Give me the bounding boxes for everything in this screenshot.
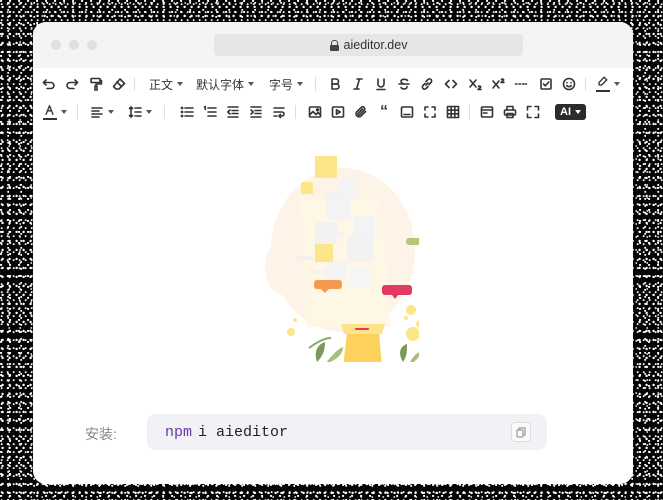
editor-toolbar-row-1: 正文 默认字体 字号 bbox=[33, 72, 633, 96]
format-painter-icon[interactable] bbox=[88, 72, 104, 96]
install-command-rest: i aieditor bbox=[198, 423, 289, 441]
link-icon[interactable] bbox=[419, 72, 435, 96]
toolbar-divider bbox=[164, 105, 165, 119]
empty-box-illustration bbox=[265, 156, 419, 362]
chevron-down-icon bbox=[614, 82, 620, 86]
chevron-down-icon bbox=[177, 82, 183, 86]
install-label: 安装: bbox=[85, 426, 117, 442]
chevron-down-icon bbox=[146, 110, 152, 114]
title-bar: aieditor.dev bbox=[33, 22, 633, 68]
fullscreen-icon[interactable] bbox=[525, 100, 541, 124]
font-family-select[interactable]: 默认字体 bbox=[194, 72, 256, 96]
undo-icon[interactable] bbox=[41, 72, 57, 96]
horizontal-rule-icon[interactable] bbox=[513, 72, 529, 96]
superscript-icon[interactable] bbox=[490, 72, 506, 96]
bold-icon[interactable] bbox=[327, 72, 343, 96]
emoji-icon[interactable] bbox=[561, 72, 577, 96]
paragraph-select[interactable]: 正文 bbox=[145, 72, 187, 96]
strikethrough-icon[interactable] bbox=[396, 72, 412, 96]
install-section: 安装: npm i aieditor bbox=[33, 414, 633, 450]
font-color-button[interactable] bbox=[41, 100, 69, 124]
font-size-select-label: 字号 bbox=[268, 77, 293, 92]
bullet-list-icon[interactable] bbox=[179, 100, 195, 124]
chevron-down-icon bbox=[575, 110, 581, 114]
toolbar-divider bbox=[295, 105, 296, 119]
paragraph-select-label: 正文 bbox=[148, 77, 173, 92]
ai-menu-label: AI bbox=[560, 106, 571, 118]
code-block-icon[interactable] bbox=[399, 100, 415, 124]
redo-icon[interactable] bbox=[64, 72, 80, 96]
font-family-select-label: 默认字体 bbox=[195, 77, 244, 92]
align-button[interactable] bbox=[88, 100, 116, 124]
indent-decrease-icon[interactable] bbox=[225, 100, 241, 124]
toolbar-divider bbox=[585, 77, 586, 91]
italic-icon[interactable] bbox=[350, 72, 366, 96]
chevron-down-icon bbox=[61, 110, 67, 114]
line-height-icon bbox=[128, 106, 142, 118]
quote-glyph: “ bbox=[380, 103, 388, 120]
image-icon[interactable] bbox=[307, 100, 323, 124]
source-code-icon[interactable] bbox=[479, 100, 495, 124]
install-command-prefix: npm bbox=[165, 423, 193, 441]
copy-button[interactable] bbox=[511, 422, 531, 442]
toolbar-divider bbox=[469, 105, 470, 119]
install-command-box[interactable]: npm i aieditor bbox=[147, 414, 547, 450]
video-icon[interactable] bbox=[330, 100, 346, 124]
eraser-icon[interactable] bbox=[111, 72, 127, 96]
minimize-dot[interactable] bbox=[69, 40, 79, 50]
underline-icon[interactable] bbox=[373, 72, 389, 96]
url-text: aieditor.dev bbox=[343, 38, 408, 52]
todo-checkbox-icon[interactable] bbox=[538, 72, 554, 96]
subscript-icon[interactable] bbox=[467, 72, 483, 96]
toolbar-divider bbox=[315, 77, 316, 91]
line-height-button[interactable] bbox=[126, 100, 154, 124]
toolbar-divider bbox=[134, 77, 135, 91]
lock-icon bbox=[329, 39, 339, 51]
editor-toolbar-row-2: “ AI bbox=[33, 100, 633, 124]
ordered-list-icon[interactable] bbox=[202, 100, 218, 124]
line-break-icon[interactable] bbox=[271, 100, 287, 124]
browser-window: aieditor.dev 正文 默认字体 字号 “ AI 安装: npm i a… bbox=[33, 22, 633, 484]
font-color-icon bbox=[43, 104, 57, 120]
chevron-down-icon bbox=[248, 82, 254, 86]
code-icon[interactable] bbox=[442, 72, 460, 96]
chevron-down-icon bbox=[108, 110, 114, 114]
quote-icon[interactable]: “ bbox=[376, 100, 392, 124]
table-icon[interactable] bbox=[445, 100, 461, 124]
align-left-icon bbox=[91, 107, 103, 118]
print-icon[interactable] bbox=[502, 100, 518, 124]
copy-icon bbox=[516, 426, 526, 438]
attachment-icon[interactable] bbox=[353, 100, 369, 124]
toolbar-divider bbox=[77, 105, 78, 119]
window-controls bbox=[51, 40, 97, 50]
indent-increase-icon[interactable] bbox=[248, 100, 264, 124]
chevron-down-icon bbox=[297, 82, 303, 86]
maximize-dot[interactable] bbox=[87, 40, 97, 50]
highlighter-icon bbox=[596, 76, 610, 92]
highlight-color-button[interactable] bbox=[594, 72, 622, 96]
ai-menu-button[interactable]: AI bbox=[555, 104, 586, 120]
address-bar[interactable]: aieditor.dev bbox=[214, 34, 523, 56]
container-icon[interactable] bbox=[422, 100, 438, 124]
font-size-select[interactable]: 字号 bbox=[265, 72, 307, 96]
close-dot[interactable] bbox=[51, 40, 61, 50]
